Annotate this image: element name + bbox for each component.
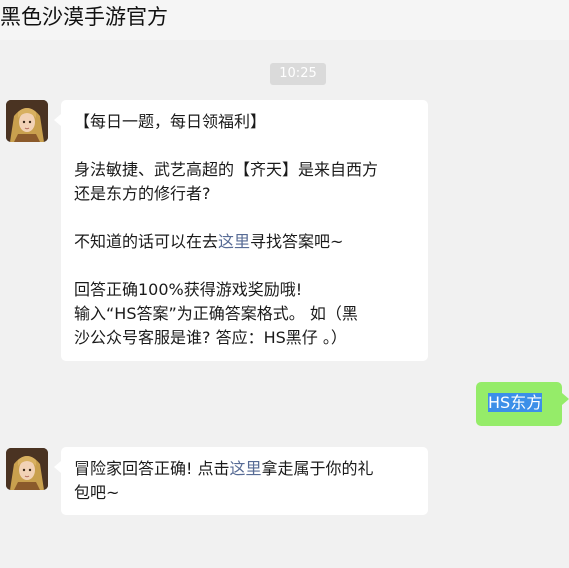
message-text: 包吧~ <box>74 483 120 502</box>
message-text: 拿走属于你的礼 <box>261 459 374 478</box>
message-text: 【每日一题，每日领福利】 <box>74 112 267 131</box>
here-link[interactable]: 这里 <box>218 232 250 251</box>
message-text-with-link: 不知道的话可以在去这里寻找答案吧~ <box>74 230 415 254</box>
here-link[interactable]: 这里 <box>230 459 262 478</box>
game-character-avatar-icon <box>6 100 48 142</box>
message-text: 回答正确100%获得游戏奖励哦! <box>74 280 303 299</box>
message-text: 还是东方的修行者? <box>74 184 211 203</box>
message-text: 身法敏捷、武艺高超的【齐天】是来自西方 <box>74 160 379 179</box>
message-text: 输入“HS答案”为正确答案格式。 如（黑 <box>74 304 358 323</box>
chat-header: 黑色沙漠手游官方 <box>0 0 569 40</box>
message-text: 冒险家回答正确! 点击 <box>74 459 230 478</box>
game-character-avatar-icon <box>6 448 48 490</box>
message-text: 不知道的话可以在去 <box>74 232 219 251</box>
sender-avatar[interactable] <box>6 100 48 142</box>
reply-text: HS东方 <box>488 393 543 412</box>
message-text-with-link: 冒险家回答正确! 点击这里拿走属于你的礼 <box>74 457 415 481</box>
message-bubble-reply[interactable]: HS东方 <box>476 382 569 426</box>
message-bubble-answer-correct[interactable]: 冒险家回答正确! 点击这里拿走属于你的礼 包吧~ <box>54 447 428 515</box>
message-bubble-daily-question[interactable]: 【每日一题，每日领福利】 身法敏捷、武艺高超的【齐天】是来自西方 还是东方的修行… <box>54 100 428 361</box>
message-text: 沙公众号客服是谁? 答应：HS黑仔 。） <box>74 328 347 347</box>
sender-avatar[interactable] <box>6 448 48 490</box>
timestamp-row: 10:25 <box>0 62 569 85</box>
timestamp: 10:25 <box>270 63 326 85</box>
chat-title: 黑色沙漠手游官方 <box>0 5 168 29</box>
message-text: 寻找答案吧~ <box>250 232 344 251</box>
